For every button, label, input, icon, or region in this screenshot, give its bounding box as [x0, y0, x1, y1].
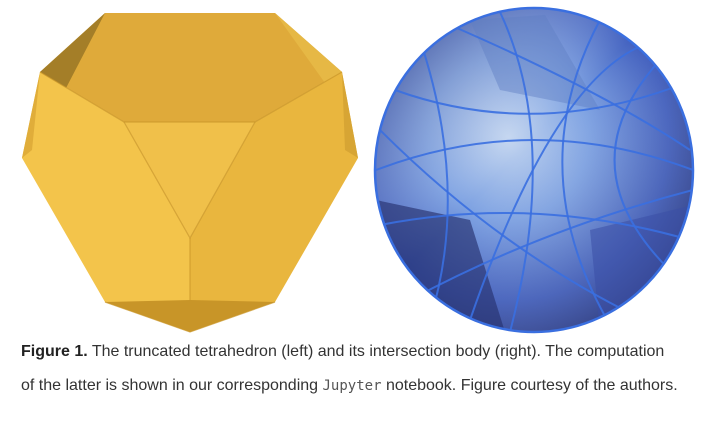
figure: Figure 1. The truncated tetrahedron (lef…	[0, 0, 701, 433]
caption-text-part2: notebook. Figure courtesy of the authors…	[381, 377, 678, 394]
caption-code-jupyter: Jupyter	[322, 378, 382, 394]
figure-label: Figure 1.	[21, 343, 88, 360]
intersection-body	[373, 6, 695, 334]
figure-caption: Figure 1. The truncated tetrahedron (lef…	[21, 335, 681, 403]
truncated-tetrahedron	[22, 13, 358, 333]
figure-illustration	[22, 6, 695, 334]
